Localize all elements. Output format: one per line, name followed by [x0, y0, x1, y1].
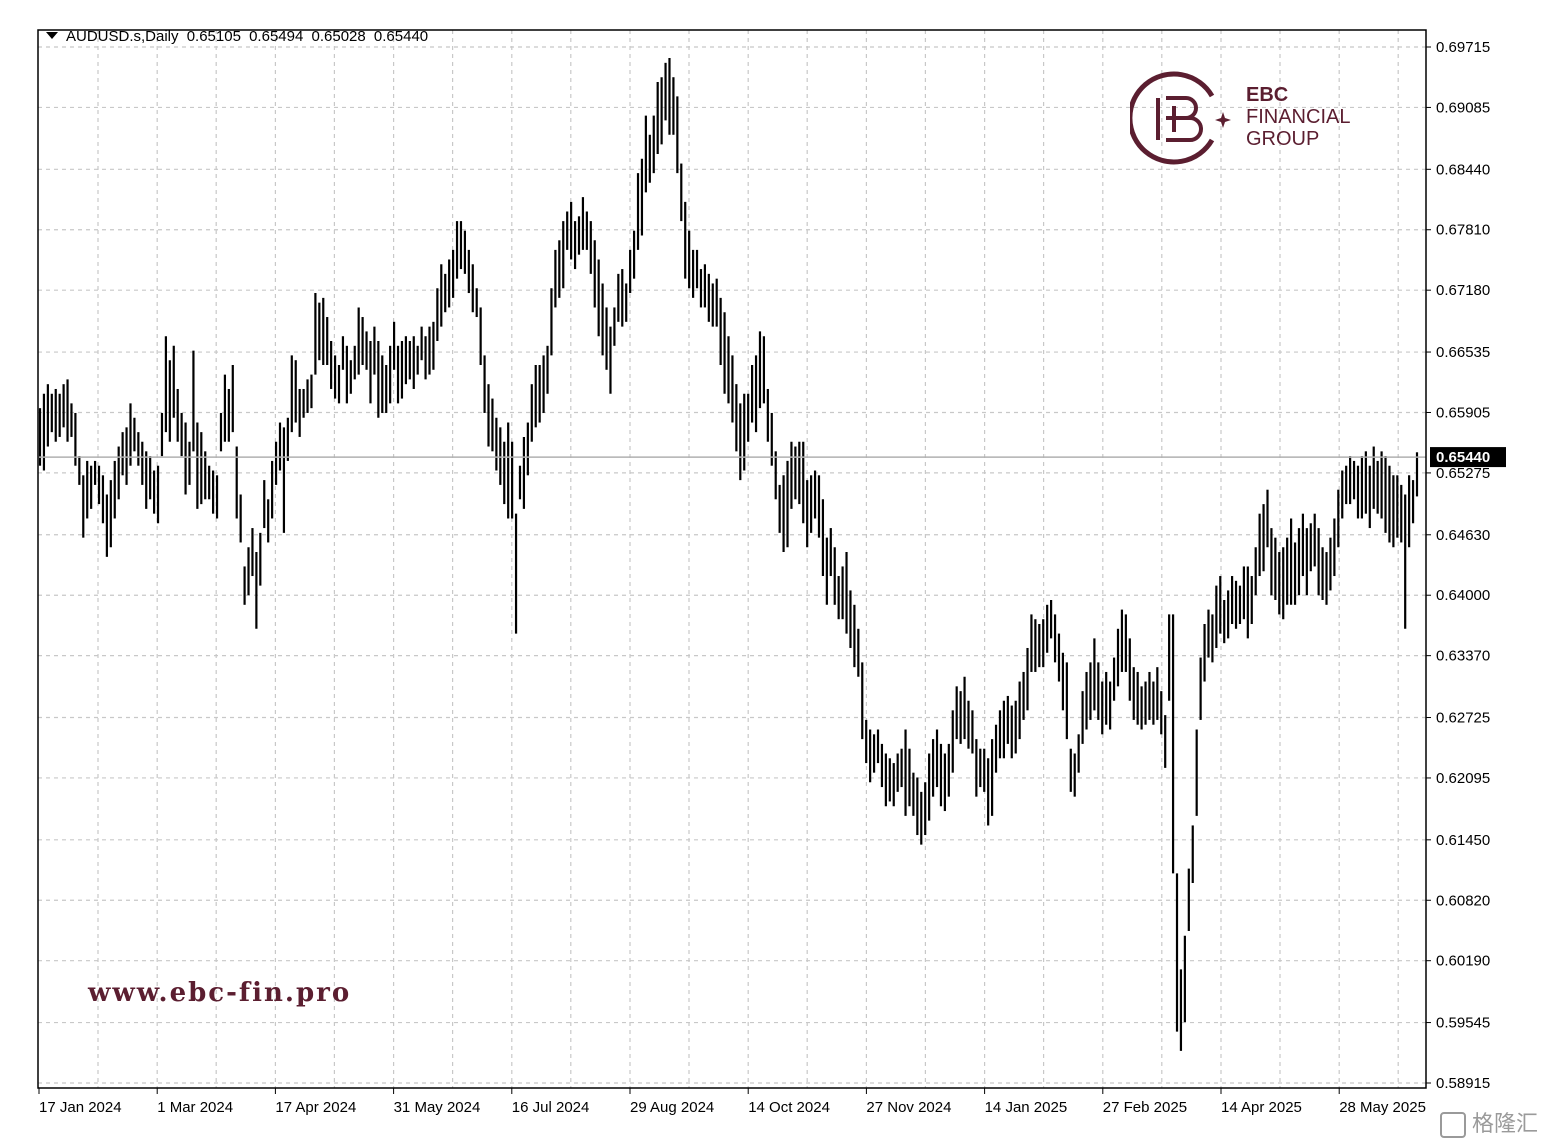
logo-line-2: FINANCIAL [1246, 106, 1351, 128]
ohlc-close: 0.65440 [373, 28, 429, 45]
x-axis: 17 Jan 2024 1 Mar 2024 17 Apr 2024 31 May 2… [38, 1088, 1426, 1116]
logo-line-1: EBC [1246, 84, 1289, 106]
ohlc-high: 0.65494 [249, 28, 304, 45]
y-tick-label: 0.61450 [1436, 832, 1490, 849]
y-tick-label: 0.69715 [1436, 39, 1490, 56]
y-tick-label: 0.66535 [1436, 344, 1490, 361]
caret-down-icon[interactable] [46, 31, 58, 39]
logo-line-3: GROUP [1246, 128, 1320, 150]
x-tick-label: 14 Apr 2025 [1221, 1099, 1302, 1116]
chart-canvas[interactable]: 0.65440 0.69715 0.69085 0.68440 0.67810 0.67… [0, 0, 1557, 1146]
x-tick-label: 28 May 2025 [1339, 1099, 1426, 1116]
y-tick-label: 0.62725 [1436, 710, 1490, 727]
chart: 0.65440 0.69715 0.69085 0.68440 0.67810 0.67… [0, 0, 1557, 1146]
logo-text: EBC FINANCIAL GROUP [1246, 84, 1350, 150]
chart-frame [37, 29, 1427, 1089]
x-tick-label: 27 Nov 2024 [866, 1099, 951, 1116]
footer-badge-text: 格隆汇 [1472, 1112, 1539, 1137]
watermark-url: www.ebc-fin.pro [88, 978, 352, 1008]
y-tick-label: 0.64630 [1436, 527, 1490, 544]
y-tick-label: 0.68440 [1436, 161, 1490, 178]
symbol-name: AUDUSD.s,Daily [66, 28, 179, 45]
y-tick-label: 0.67180 [1436, 282, 1490, 299]
y-tick-label: 0.62095 [1436, 770, 1490, 787]
ebc-logo-icon [1130, 71, 1231, 165]
badge-logo-icon [1440, 1112, 1466, 1138]
symbol-header: AUDUSD.s,Daily 0.65105 0.65494 0.65028 0… [46, 28, 428, 45]
x-tick-label: 31 May 2024 [394, 1099, 481, 1116]
y-tick-label: 0.69085 [1436, 99, 1490, 116]
x-tick-label: 16 Jul 2024 [512, 1099, 590, 1116]
y-axis: 0.69715 0.69085 0.68440 0.67810 0.67180 0.665… [1426, 39, 1490, 1092]
ebc-logo: EBC FINANCIAL GROUP [1130, 68, 1380, 168]
current-price-label: 0.65440 [1436, 449, 1490, 466]
y-tick-label: 0.59545 [1436, 1015, 1490, 1032]
x-tick-label: 1 Mar 2024 [157, 1099, 233, 1116]
grid-lines [38, 30, 1426, 1088]
x-tick-label: 17 Jan 2024 [39, 1099, 122, 1116]
price-bars [38, 58, 1419, 1051]
ohlc-open: 0.65105 [186, 28, 241, 45]
y-tick-label: 0.67810 [1436, 222, 1490, 239]
x-tick-label: 27 Feb 2025 [1103, 1099, 1187, 1116]
x-tick-label: 14 Jan 2025 [985, 1099, 1068, 1116]
plot-border [37, 29, 1427, 1089]
y-tick-label: 0.60190 [1436, 953, 1490, 970]
y-tick-label: 0.60820 [1436, 892, 1490, 909]
y-tick-label: 0.65275 [1436, 465, 1490, 482]
x-tick-label: 17 Apr 2024 [275, 1099, 356, 1116]
footer-badge: 格隆汇 [1440, 1106, 1538, 1138]
y-tick-label: 0.64000 [1436, 587, 1490, 604]
y-tick-label: 0.65905 [1436, 404, 1490, 421]
y-tick-label: 0.58915 [1436, 1075, 1490, 1092]
ohlc-low: 0.65028 [311, 28, 366, 45]
x-tick-label: 14 Oct 2024 [748, 1099, 830, 1116]
x-tick-label: 29 Aug 2024 [630, 1099, 714, 1116]
y-tick-label: 0.63370 [1436, 648, 1490, 665]
